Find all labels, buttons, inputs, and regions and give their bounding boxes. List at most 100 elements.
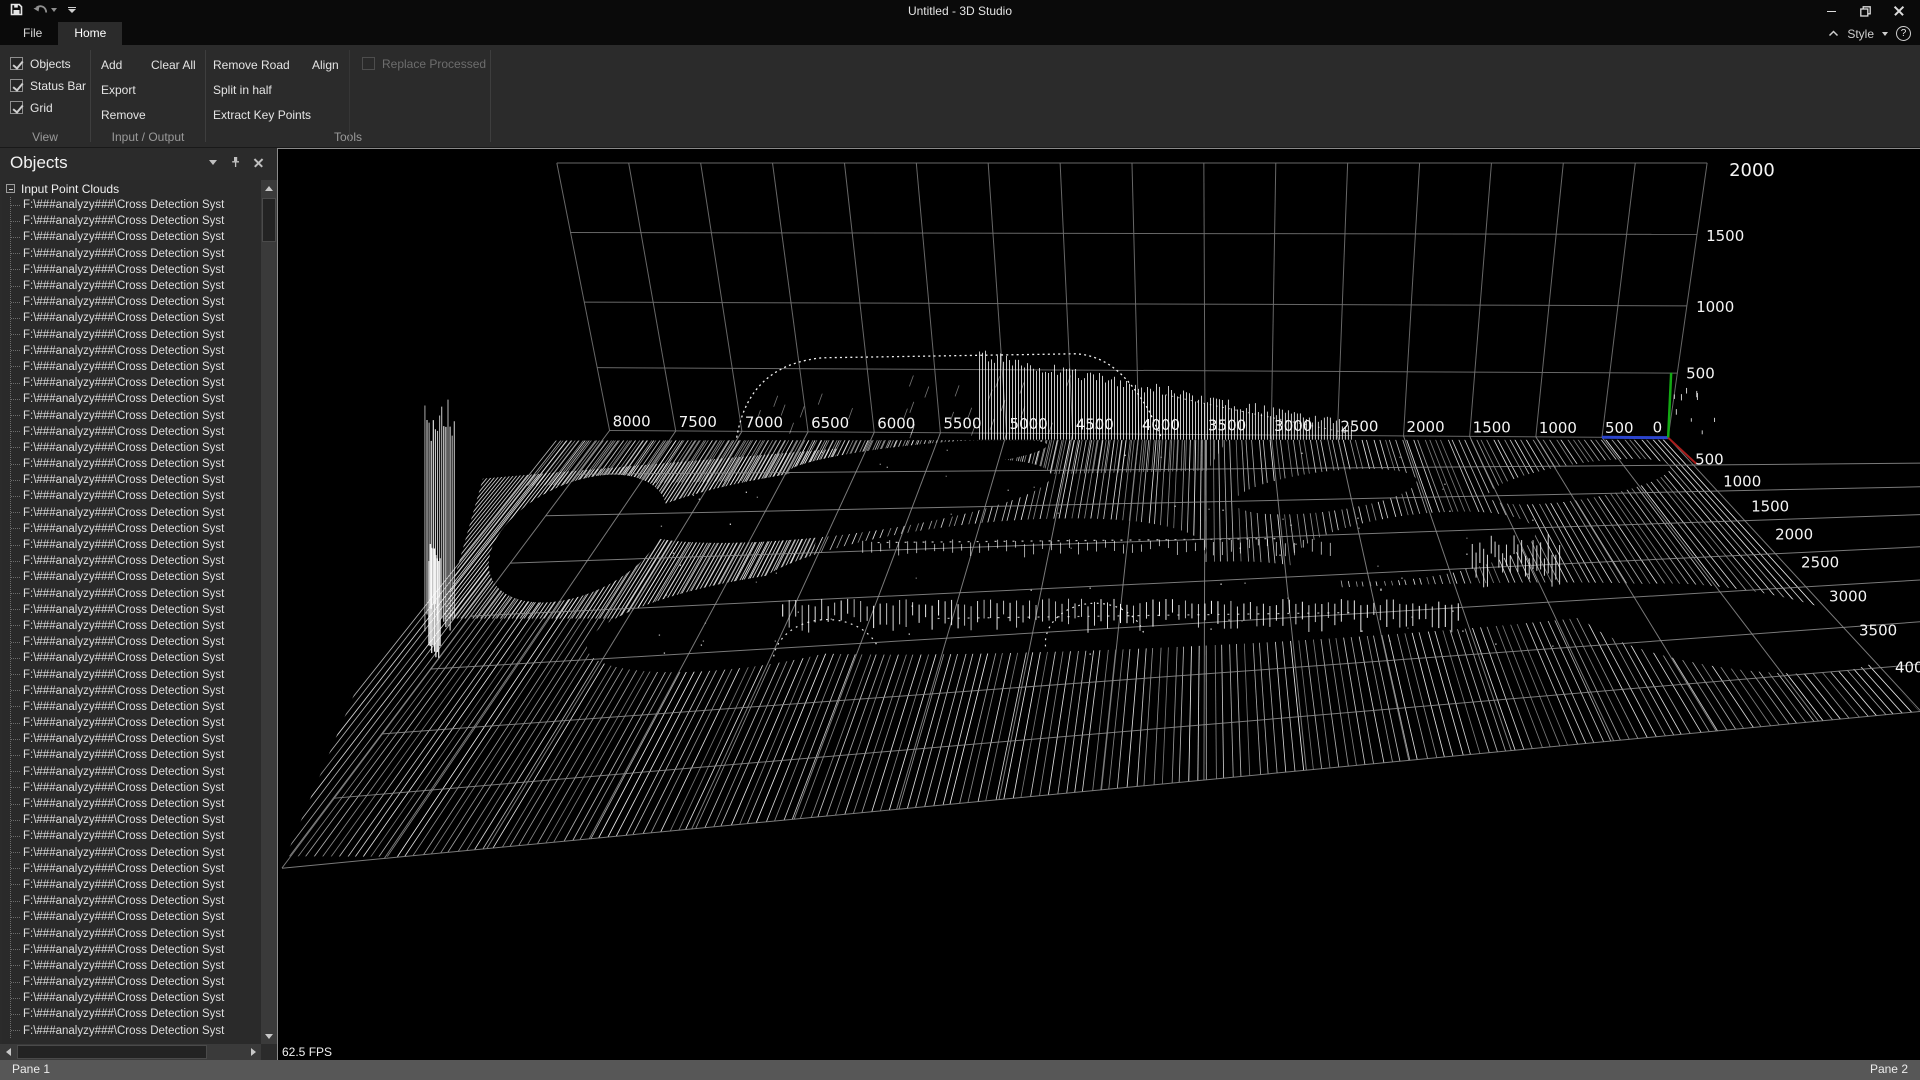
tree-item-point-cloud[interactable]: F:\###analyzy###\Cross Detection Syst <box>2 1023 261 1039</box>
checkbox-objects[interactable]: Objects <box>10 54 86 73</box>
remove-button[interactable]: Remove <box>101 104 146 126</box>
tree-item-point-cloud[interactable]: F:\###analyzy###\Cross Detection Syst <box>2 310 261 326</box>
tree-item-point-cloud[interactable]: F:\###analyzy###\Cross Detection Syst <box>2 472 261 488</box>
tree-item-point-cloud[interactable]: F:\###analyzy###\Cross Detection Syst <box>2 521 261 537</box>
collapse-ribbon-icon[interactable] <box>1828 30 1839 37</box>
remove-road-button[interactable]: Remove Road <box>213 54 311 76</box>
close-button[interactable] <box>1882 0 1916 22</box>
tab-home[interactable]: Home <box>58 22 122 45</box>
horizontal-scroll-thumb[interactable] <box>17 1045 207 1059</box>
export-button[interactable]: Export <box>101 79 146 101</box>
collapse-expander-icon[interactable] <box>6 184 15 193</box>
checkbox-checked-icon[interactable] <box>10 79 23 92</box>
tree-item-point-cloud[interactable]: F:\###analyzy###\Cross Detection Syst <box>2 278 261 294</box>
style-dropdown[interactable]: Style <box>1847 27 1874 41</box>
group-label-view: View <box>0 130 90 144</box>
svg-text:2500: 2500 <box>1340 417 1378 435</box>
tree-item-point-cloud[interactable]: F:\###analyzy###\Cross Detection Syst <box>2 424 261 440</box>
tree-item-point-cloud[interactable]: F:\###analyzy###\Cross Detection Syst <box>2 359 261 375</box>
tree-item-point-cloud[interactable]: F:\###analyzy###\Cross Detection Syst <box>2 634 261 650</box>
panel-close-icon[interactable] <box>254 158 263 167</box>
tree-item-point-cloud[interactable]: F:\###analyzy###\Cross Detection Syst <box>2 942 261 958</box>
split-in-half-button[interactable]: Split in half <box>213 79 311 101</box>
horizontal-scrollbar[interactable] <box>0 1044 261 1060</box>
tree-item-point-cloud[interactable]: F:\###analyzy###\Cross Detection Syst <box>2 488 261 504</box>
tree-root-input-point-clouds[interactable]: Input Point Clouds <box>2 180 261 197</box>
tree-item-point-cloud[interactable]: F:\###analyzy###\Cross Detection Syst <box>2 197 261 213</box>
tree-item-point-cloud[interactable]: F:\###analyzy###\Cross Detection Syst <box>2 812 261 828</box>
tree-item-point-cloud[interactable]: F:\###analyzy###\Cross Detection Syst <box>2 213 261 229</box>
panel-menu-icon[interactable] <box>209 160 217 165</box>
restore-button[interactable] <box>1848 0 1882 22</box>
tab-file[interactable]: File <box>7 22 58 45</box>
vertical-scrollbar[interactable] <box>261 180 277 1044</box>
window-title: Untitled - 3D Studio <box>0 0 1920 22</box>
scroll-down-icon[interactable] <box>261 1028 277 1044</box>
style-caret-icon[interactable] <box>1882 32 1888 36</box>
svg-text:5500: 5500 <box>943 415 981 433</box>
checkbox-checked-icon[interactable] <box>10 57 23 70</box>
tree-item-point-cloud[interactable]: F:\###analyzy###\Cross Detection Syst <box>2 666 261 682</box>
tree-item-point-cloud[interactable]: F:\###analyzy###\Cross Detection Syst <box>2 407 261 423</box>
tree-item-point-cloud[interactable]: F:\###analyzy###\Cross Detection Syst <box>2 715 261 731</box>
tree-item-point-cloud[interactable]: F:\###analyzy###\Cross Detection Syst <box>2 505 261 521</box>
tree-item-point-cloud[interactable]: F:\###analyzy###\Cross Detection Syst <box>2 925 261 941</box>
tree-item-point-cloud[interactable]: F:\###analyzy###\Cross Detection Syst <box>2 796 261 812</box>
tree-item-point-cloud[interactable]: F:\###analyzy###\Cross Detection Syst <box>2 650 261 666</box>
tree-item-point-cloud[interactable]: F:\###analyzy###\Cross Detection Syst <box>2 391 261 407</box>
tree-item-point-cloud[interactable]: F:\###analyzy###\Cross Detection Syst <box>2 974 261 990</box>
scroll-up-icon[interactable] <box>261 180 277 196</box>
checkbox-status-bar[interactable]: Status Bar <box>10 76 86 95</box>
svg-text:6000: 6000 <box>877 414 915 432</box>
tree-item-point-cloud[interactable]: F:\###analyzy###\Cross Detection Syst <box>2 909 261 925</box>
tree-item-point-cloud[interactable]: F:\###analyzy###\Cross Detection Syst <box>2 828 261 844</box>
add-button[interactable]: Add <box>101 54 146 76</box>
tree-item-point-cloud[interactable]: F:\###analyzy###\Cross Detection Syst <box>2 764 261 780</box>
tree-item-point-cloud[interactable]: F:\###analyzy###\Cross Detection Syst <box>2 861 261 877</box>
tree-item-point-cloud[interactable]: F:\###analyzy###\Cross Detection Syst <box>2 537 261 553</box>
extract-key-points-button[interactable]: Extract Key Points <box>213 104 311 126</box>
tree-item-point-cloud[interactable]: F:\###analyzy###\Cross Detection Syst <box>2 569 261 585</box>
vertical-scroll-thumb[interactable] <box>262 198 276 242</box>
tree-item-point-cloud[interactable]: F:\###analyzy###\Cross Detection Syst <box>2 845 261 861</box>
tree-item-point-cloud[interactable]: F:\###analyzy###\Cross Detection Syst <box>2 893 261 909</box>
align-button[interactable]: Align <box>312 54 339 76</box>
tree-item-point-cloud[interactable]: F:\###analyzy###\Cross Detection Syst <box>2 958 261 974</box>
clear-all-button[interactable]: Clear All <box>151 54 196 76</box>
tree-item-point-cloud[interactable]: F:\###analyzy###\Cross Detection Syst <box>2 699 261 715</box>
checkbox-grid[interactable]: Grid <box>10 98 86 117</box>
point-cloud-scene[interactable]: 5001000150020002500300035004000450050005… <box>278 149 1920 1060</box>
tree-item-point-cloud[interactable]: F:\###analyzy###\Cross Detection Syst <box>2 586 261 602</box>
tree-item-point-cloud[interactable]: F:\###analyzy###\Cross Detection Syst <box>2 780 261 796</box>
tree-item-point-cloud[interactable]: F:\###analyzy###\Cross Detection Syst <box>2 440 261 456</box>
help-icon[interactable] <box>1896 26 1911 41</box>
tree-item-point-cloud[interactable]: F:\###analyzy###\Cross Detection Syst <box>2 1006 261 1022</box>
ribbon-tabs: File Home Style <box>0 22 1920 45</box>
tree-item-point-cloud[interactable]: F:\###analyzy###\Cross Detection Syst <box>2 375 261 391</box>
checkbox-checked-icon[interactable] <box>10 101 23 114</box>
viewport-3d[interactable]: 5001000150020002500300035004000450050005… <box>277 148 1920 1060</box>
tree-item-point-cloud[interactable]: F:\###analyzy###\Cross Detection Syst <box>2 602 261 618</box>
objects-panel-header: Objects <box>0 148 277 179</box>
tree-item-point-cloud[interactable]: F:\###analyzy###\Cross Detection Syst <box>2 747 261 763</box>
tree-item-point-cloud[interactable]: F:\###analyzy###\Cross Detection Syst <box>2 731 261 747</box>
tree-item-point-cloud[interactable]: F:\###analyzy###\Cross Detection Syst <box>2 246 261 262</box>
svg-text:1000: 1000 <box>1723 473 1761 491</box>
tree-item-point-cloud[interactable]: F:\###analyzy###\Cross Detection Syst <box>2 990 261 1006</box>
tree-item-point-cloud[interactable]: F:\###analyzy###\Cross Detection Syst <box>2 262 261 278</box>
tree-item-point-cloud[interactable]: F:\###analyzy###\Cross Detection Syst <box>2 618 261 634</box>
tree-item-point-cloud[interactable]: F:\###analyzy###\Cross Detection Syst <box>2 294 261 310</box>
tree-item-point-cloud[interactable]: F:\###analyzy###\Cross Detection Syst <box>2 229 261 245</box>
svg-text:7000: 7000 <box>745 413 783 431</box>
tree-item-point-cloud[interactable]: F:\###analyzy###\Cross Detection Syst <box>2 683 261 699</box>
tree-item-point-cloud[interactable]: F:\###analyzy###\Cross Detection Syst <box>2 553 261 569</box>
objects-panel-title: Objects <box>10 153 68 173</box>
scroll-right-icon[interactable] <box>245 1044 261 1060</box>
tree-item-point-cloud[interactable]: F:\###analyzy###\Cross Detection Syst <box>2 343 261 359</box>
tree-item-point-cloud[interactable]: F:\###analyzy###\Cross Detection Syst <box>2 327 261 343</box>
tree-item-point-cloud[interactable]: F:\###analyzy###\Cross Detection Syst <box>2 877 261 893</box>
scroll-left-icon[interactable] <box>0 1044 16 1060</box>
minimize-button[interactable] <box>1814 0 1848 22</box>
pin-icon[interactable] <box>230 156 241 168</box>
tree-item-point-cloud[interactable]: F:\###analyzy###\Cross Detection Syst <box>2 456 261 472</box>
